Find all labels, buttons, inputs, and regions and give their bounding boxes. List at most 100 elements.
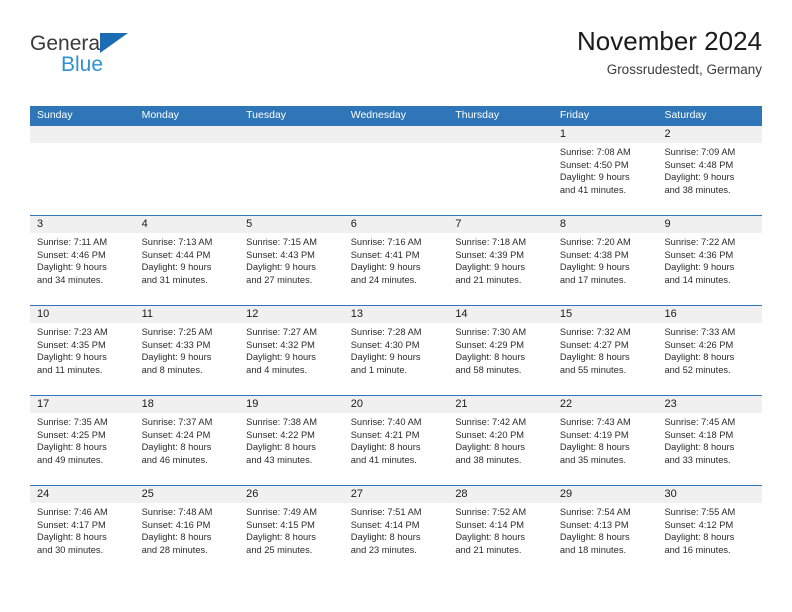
day-details: Sunrise: 7:40 AM Sunset: 4:21 PM Dayligh…: [344, 413, 449, 466]
sunrise-text: Sunrise: 7:30 AM: [455, 327, 527, 337]
sunset-text: Sunset: 4:39 PM: [455, 249, 525, 260]
day-cell[interactable]: 27 Sunrise: 7:51 AM Sunset: 4:14 PM Dayl…: [343, 485, 449, 575]
day-number: 4: [134, 216, 240, 233]
weekday-header-tuesday: Tuesday: [246, 109, 287, 121]
day-cell[interactable]: [343, 125, 449, 215]
daylight-text-line2: and 14 minutes.: [664, 274, 731, 285]
daylight-text-line2: and 27 minutes.: [246, 274, 313, 285]
day-cell[interactable]: 11 Sunrise: 7:25 AM Sunset: 4:33 PM Dayl…: [134, 305, 240, 395]
day-cell[interactable]: 20 Sunrise: 7:40 AM Sunset: 4:21 PM Dayl…: [343, 395, 449, 485]
sunset-text: Sunset: 4:19 PM: [559, 429, 629, 440]
sunrise-text: Sunrise: 7:46 AM: [37, 507, 108, 517]
day-number: 7: [448, 216, 553, 233]
day-details: Sunrise: 7:30 AM Sunset: 4:29 PM Dayligh…: [448, 323, 553, 376]
daylight-text-line2: and 52 minutes.: [664, 364, 731, 375]
day-cell[interactable]: 12 Sunrise: 7:27 AM Sunset: 4:32 PM Dayl…: [239, 305, 344, 395]
day-details: Sunrise: 7:38 AM Sunset: 4:22 PM Dayligh…: [239, 413, 344, 466]
day-cell[interactable]: 24 Sunrise: 7:46 AM Sunset: 4:17 PM Dayl…: [30, 485, 135, 575]
sunset-text: Sunset: 4:26 PM: [664, 339, 734, 350]
daylight-text-line1: Daylight: 8 hours: [559, 352, 630, 363]
week-row: 3 Sunrise: 7:11 AM Sunset: 4:46 PM Dayli…: [30, 215, 763, 305]
sunrise-text: Sunrise: 7:08 AM: [559, 147, 631, 157]
day-cell[interactable]: 17 Sunrise: 7:35 AM Sunset: 4:25 PM Dayl…: [30, 395, 135, 485]
sunset-text: Sunset: 4:32 PM: [246, 339, 315, 350]
daylight-text-line1: Daylight: 8 hours: [664, 532, 735, 543]
day-details: Sunrise: 7:15 AM Sunset: 4:43 PM Dayligh…: [239, 233, 344, 286]
daylight-text-line2: and 49 minutes.: [37, 454, 104, 465]
day-cell[interactable]: 3 Sunrise: 7:11 AM Sunset: 4:46 PM Dayli…: [30, 215, 135, 305]
day-cell[interactable]: 23 Sunrise: 7:45 AM Sunset: 4:18 PM Dayl…: [657, 395, 763, 485]
sunrise-text: Sunrise: 7:43 AM: [559, 417, 631, 427]
day-cell[interactable]: 22 Sunrise: 7:43 AM Sunset: 4:19 PM Dayl…: [552, 395, 658, 485]
sunrise-text: Sunrise: 7:37 AM: [141, 417, 213, 427]
day-cell[interactable]: [448, 125, 553, 215]
daylight-text-line2: and 58 minutes.: [455, 364, 522, 375]
day-details: Sunrise: 7:11 AM Sunset: 4:46 PM Dayligh…: [30, 233, 135, 286]
daylight-text-line2: and 30 minutes.: [37, 544, 104, 555]
day-number: 27: [343, 486, 449, 503]
sunset-text: Sunset: 4:22 PM: [246, 429, 315, 440]
day-cell[interactable]: 19 Sunrise: 7:38 AM Sunset: 4:22 PM Dayl…: [239, 395, 344, 485]
day-cell[interactable]: [30, 125, 135, 215]
sunset-text: Sunset: 4:14 PM: [455, 519, 525, 530]
day-cell[interactable]: 7 Sunrise: 7:18 AM Sunset: 4:39 PM Dayli…: [448, 215, 553, 305]
day-cell[interactable]: 13 Sunrise: 7:28 AM Sunset: 4:30 PM Dayl…: [343, 305, 449, 395]
daylight-text-line2: and 55 minutes.: [559, 364, 627, 375]
day-cell[interactable]: 25 Sunrise: 7:48 AM Sunset: 4:16 PM Dayl…: [134, 485, 240, 575]
day-cell[interactable]: 18 Sunrise: 7:37 AM Sunset: 4:24 PM Dayl…: [134, 395, 240, 485]
daylight-text-line1: Daylight: 8 hours: [37, 532, 107, 543]
day-cell[interactable]: 8 Sunrise: 7:20 AM Sunset: 4:38 PM Dayli…: [552, 215, 658, 305]
weekday-header-monday: Monday: [141, 109, 179, 121]
page-header: General Blue November 2024 Grossrudested…: [30, 24, 762, 96]
day-cell[interactable]: 6 Sunrise: 7:16 AM Sunset: 4:41 PM Dayli…: [343, 215, 449, 305]
daylight-text-line2: and 28 minutes.: [141, 544, 208, 555]
daylight-text-line2: and 1 minute.: [350, 364, 408, 375]
week-row: 17 Sunrise: 7:35 AM Sunset: 4:25 PM Dayl…: [30, 395, 763, 485]
sunset-text: Sunset: 4:44 PM: [141, 249, 211, 260]
day-cell[interactable]: 26 Sunrise: 7:49 AM Sunset: 4:15 PM Dayl…: [239, 485, 344, 575]
sunset-text: Sunset: 4:36 PM: [664, 249, 734, 260]
day-number: 26: [239, 486, 344, 503]
day-cell[interactable]: [239, 125, 344, 215]
daylight-text-line2: and 38 minutes.: [664, 184, 731, 195]
day-number: 29: [552, 486, 658, 503]
page-subtitle: Grossrudestedt, Germany: [606, 62, 762, 77]
logo-text-blue: Blue: [61, 53, 104, 76]
calendar-page: General Blue November 2024 Grossrudested…: [0, 0, 792, 612]
sunset-text: Sunset: 4:16 PM: [141, 519, 211, 530]
sunset-text: Sunset: 4:30 PM: [350, 339, 420, 350]
day-cell[interactable]: 5 Sunrise: 7:15 AM Sunset: 4:43 PM Dayli…: [239, 215, 344, 305]
sunrise-text: Sunrise: 7:16 AM: [350, 237, 422, 247]
sunset-text: Sunset: 4:21 PM: [350, 429, 420, 440]
day-number: 19: [239, 396, 344, 413]
day-cell[interactable]: 16 Sunrise: 7:33 AM Sunset: 4:26 PM Dayl…: [657, 305, 763, 395]
daylight-text-line1: Daylight: 8 hours: [246, 532, 316, 543]
day-cell[interactable]: 1 Sunrise: 7:08 AM Sunset: 4:50 PM Dayli…: [552, 125, 658, 215]
day-number: [30, 126, 135, 143]
day-cell[interactable]: [134, 125, 240, 215]
day-cell[interactable]: 10 Sunrise: 7:23 AM Sunset: 4:35 PM Dayl…: [30, 305, 135, 395]
day-cell[interactable]: 14 Sunrise: 7:30 AM Sunset: 4:29 PM Dayl…: [448, 305, 553, 395]
day-cell[interactable]: 2 Sunrise: 7:09 AM Sunset: 4:48 PM Dayli…: [657, 125, 763, 215]
day-cell[interactable]: 21 Sunrise: 7:42 AM Sunset: 4:20 PM Dayl…: [448, 395, 553, 485]
sunrise-text: Sunrise: 7:45 AM: [664, 417, 736, 427]
sunset-text: Sunset: 4:29 PM: [455, 339, 525, 350]
sunrise-text: Sunrise: 7:18 AM: [455, 237, 527, 247]
day-cell[interactable]: 15 Sunrise: 7:32 AM Sunset: 4:27 PM Dayl…: [552, 305, 658, 395]
day-cell[interactable]: 9 Sunrise: 7:22 AM Sunset: 4:36 PM Dayli…: [657, 215, 763, 305]
day-cell[interactable]: 28 Sunrise: 7:52 AM Sunset: 4:14 PM Dayl…: [448, 485, 553, 575]
day-cell[interactable]: 4 Sunrise: 7:13 AM Sunset: 4:44 PM Dayli…: [134, 215, 240, 305]
sunset-text: Sunset: 4:18 PM: [664, 429, 734, 440]
daylight-text-line1: Daylight: 9 hours: [141, 262, 212, 273]
daylight-text-line1: Daylight: 9 hours: [559, 262, 630, 273]
daylight-text-line1: Daylight: 8 hours: [664, 442, 735, 453]
daylight-text-line1: Daylight: 8 hours: [37, 442, 107, 453]
day-cell[interactable]: 29 Sunrise: 7:54 AM Sunset: 4:13 PM Dayl…: [552, 485, 658, 575]
day-details: Sunrise: 7:45 AM Sunset: 4:18 PM Dayligh…: [657, 413, 762, 466]
daylight-text-line1: Daylight: 8 hours: [455, 532, 526, 543]
day-cell[interactable]: 30 Sunrise: 7:55 AM Sunset: 4:12 PM Dayl…: [657, 485, 763, 575]
day-number: 8: [552, 216, 658, 233]
daylight-text-line1: Daylight: 8 hours: [559, 442, 630, 453]
daylight-text-line2: and 21 minutes.: [455, 544, 522, 555]
week-row: 10 Sunrise: 7:23 AM Sunset: 4:35 PM Dayl…: [30, 305, 763, 395]
